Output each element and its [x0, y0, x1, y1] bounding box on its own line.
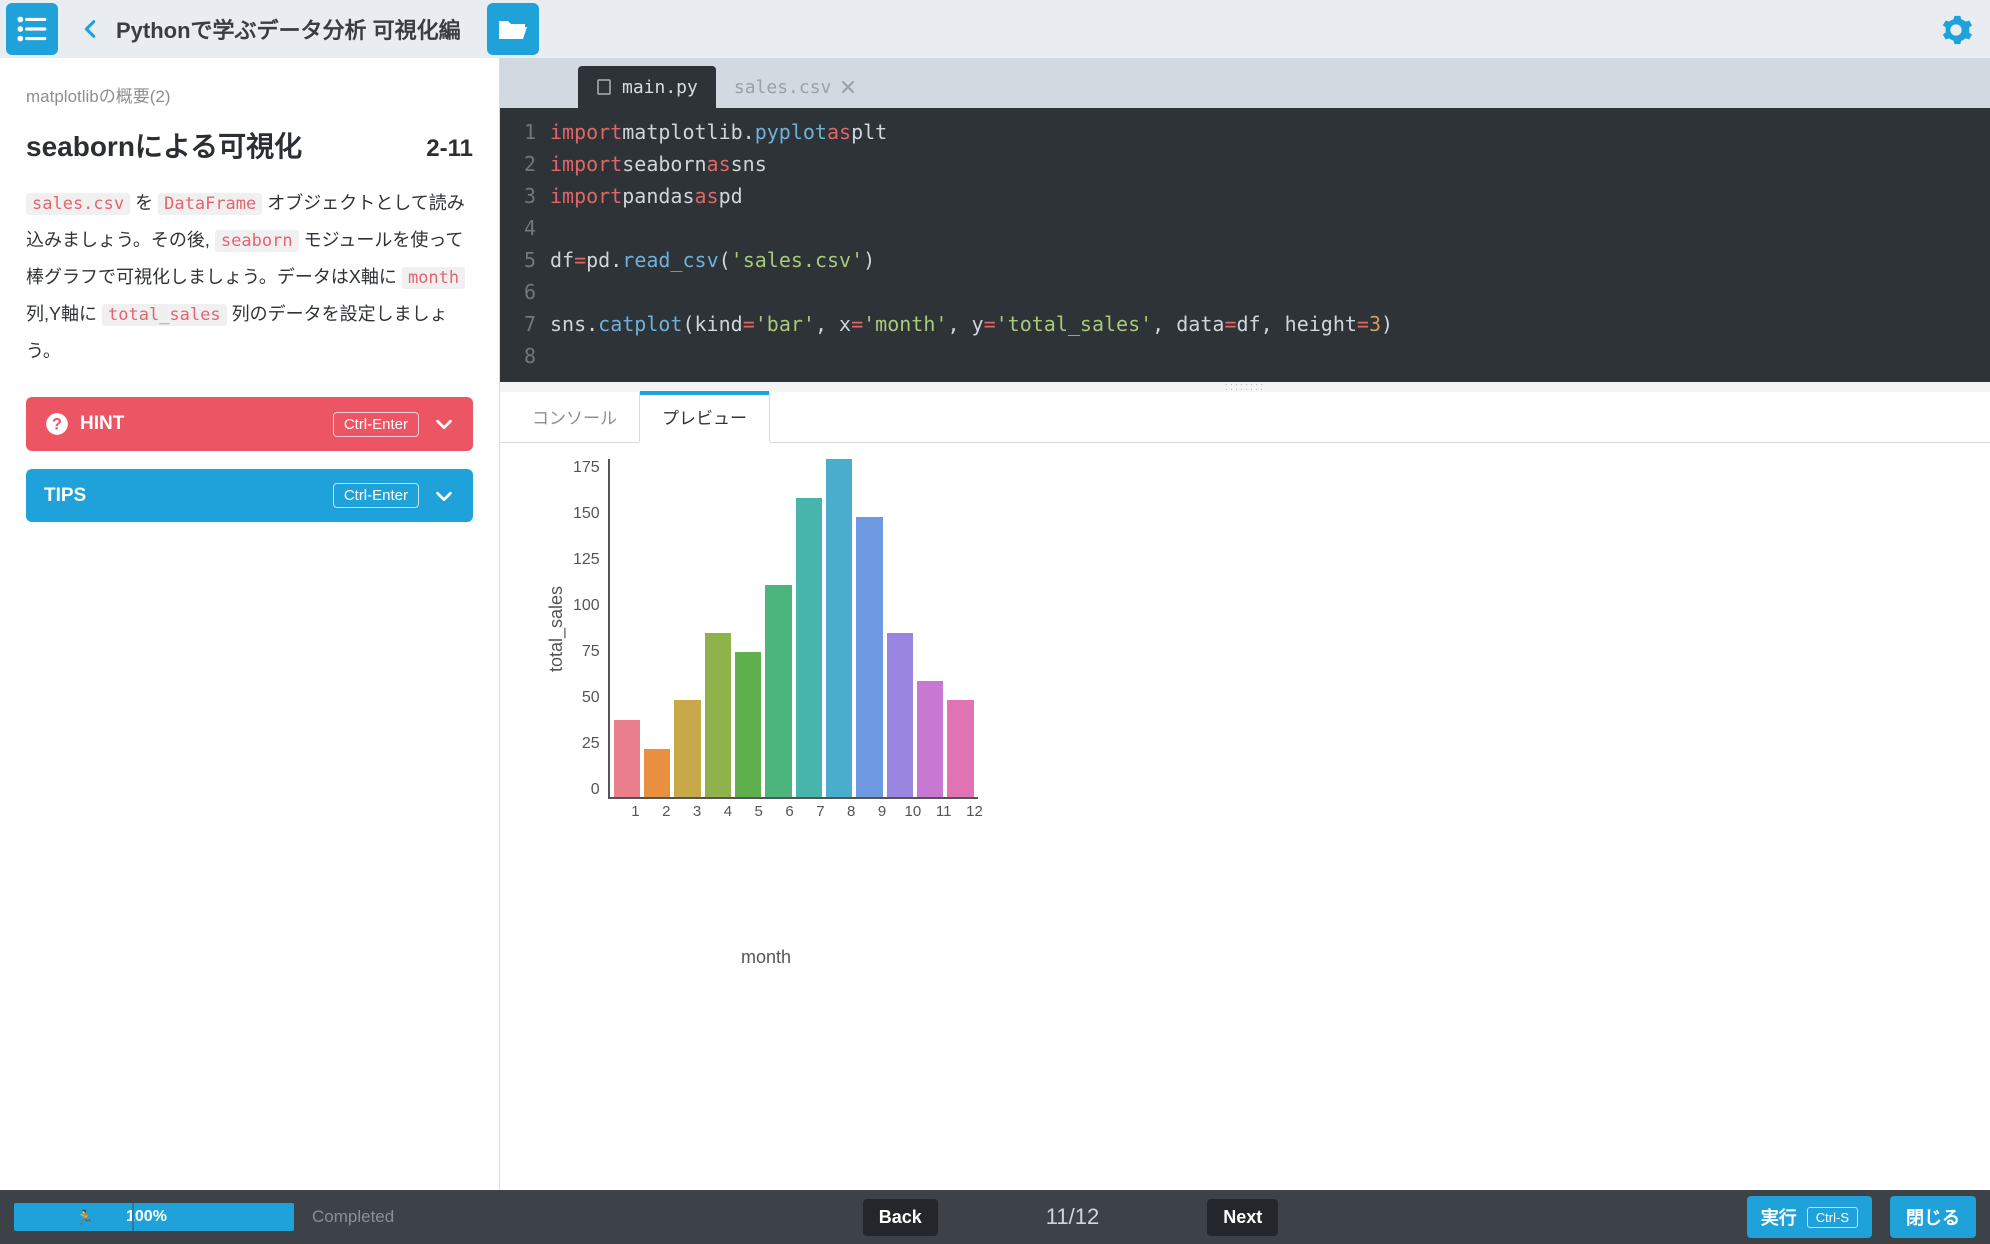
code-chip: month [402, 267, 465, 289]
lesson-number: 2-11 [426, 135, 473, 163]
chart-xlabel: month [581, 947, 951, 1029]
instruction-panel: matplotlibの概要(2) seabornによる可視化 2-11 sale… [0, 58, 500, 1190]
list-icon [15, 12, 49, 46]
menu-button[interactable] [6, 3, 58, 55]
chevron-down-icon [433, 485, 455, 507]
chart-bar [796, 498, 822, 797]
progress-bar[interactable]: 🏃 100% [14, 1203, 294, 1231]
code-editor[interactable]: 1import matplotlib.pyplot as plt 2import… [500, 108, 1990, 382]
tips-label: TIPS [44, 485, 86, 507]
lesson-title: seabornによる可視化 [26, 125, 302, 165]
tab-label: sales.csv [734, 77, 832, 98]
chart-yaxis: 1751501251007550250 [573, 459, 608, 799]
tab-label: main.py [622, 77, 698, 98]
chart-bar [856, 517, 882, 797]
bottom-bar: 🏃 100% Completed Back 11/12 Next 実行 Ctrl… [0, 1190, 1990, 1244]
next-button[interactable]: Next [1207, 1199, 1278, 1236]
question-circle-icon: ? [44, 411, 70, 437]
file-icon [596, 79, 612, 95]
close-icon[interactable] [841, 80, 855, 94]
lesson-description: sales.csv を DataFrame オブジェクトとして読み込みましょう。… [26, 185, 473, 369]
hint-button[interactable]: ? HINT Ctrl-Enter [26, 397, 473, 451]
chart-plot-area [608, 459, 978, 799]
close-button[interactable]: 閉じる [1890, 1196, 1976, 1238]
code-chip: sales.csv [26, 193, 130, 215]
settings-button[interactable] [1936, 10, 1976, 50]
code-chip: seaborn [215, 230, 299, 252]
back-chevron[interactable] [80, 17, 104, 41]
page-indicator: 11/12 [1046, 1204, 1099, 1230]
chart-bar [765, 585, 791, 797]
output-tabs: コンソール プレビュー [500, 392, 1990, 443]
tips-button[interactable]: TIPS Ctrl-Enter [26, 469, 473, 522]
editor-tabs: main.py sales.csv [500, 58, 1990, 108]
chart-bar [917, 681, 943, 797]
chart-bar [705, 633, 731, 797]
preview-panel: total_sales 1751501251007550250 total_sa… [500, 443, 1990, 1190]
back-button[interactable]: Back [863, 1199, 938, 1236]
folder-open-icon [497, 15, 529, 43]
code-chip: DataFrame [158, 193, 262, 215]
svg-text:?: ? [52, 416, 62, 434]
chevron-left-icon [80, 18, 102, 40]
chart-xaxis: 123456789101112 [620, 799, 990, 943]
tab-preview[interactable]: プレビュー [639, 392, 770, 443]
tab-main-py[interactable]: main.py [578, 66, 716, 108]
run-button[interactable]: 実行 Ctrl-S [1747, 1196, 1872, 1238]
top-bar: Pythonで学ぶデータ分析 可視化編 [0, 0, 1990, 58]
run-shortcut: Ctrl-S [1807, 1207, 1858, 1228]
chart-bar [614, 720, 640, 797]
bar-chart: total_sales 1751501251007550250 total_sa… [540, 459, 990, 1029]
chart-bar [826, 459, 852, 797]
progress-percent: 100% [96, 1208, 294, 1226]
chart-ylabel: total_sales [540, 459, 573, 799]
code-chip: total_sales [102, 304, 227, 326]
chart-bar [644, 749, 670, 797]
gear-icon [1939, 13, 1973, 47]
breadcrumb: matplotlibの概要(2) [26, 82, 473, 107]
tab-sales-csv[interactable]: sales.csv [716, 66, 874, 108]
tab-console[interactable]: コンソール [510, 392, 639, 442]
completed-label: Completed [312, 1207, 394, 1227]
chevron-down-icon [433, 413, 455, 435]
course-title: Pythonで学ぶデータ分析 可視化編 [116, 13, 461, 45]
hint-shortcut: Ctrl-Enter [333, 412, 419, 437]
chart-bar [947, 700, 973, 797]
chart-bar [674, 700, 700, 797]
chart-bar [735, 652, 761, 797]
tips-shortcut: Ctrl-Enter [333, 483, 419, 508]
chart-bar [887, 633, 913, 797]
hint-label: HINT [80, 413, 124, 435]
runner-icon: 🏃 [74, 1209, 96, 1226]
run-label: 実行 [1761, 1204, 1797, 1230]
open-folder-button[interactable] [487, 3, 539, 55]
